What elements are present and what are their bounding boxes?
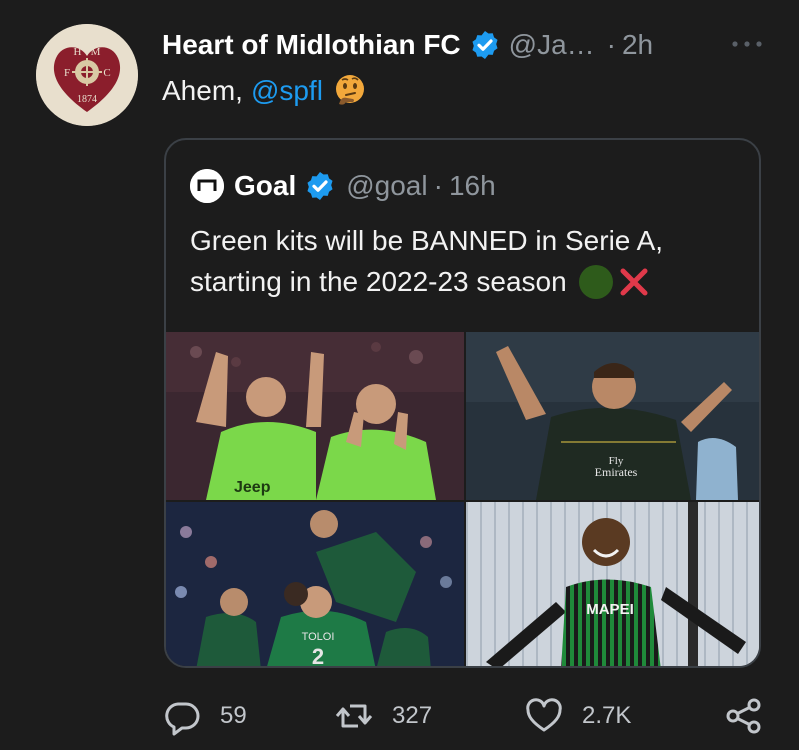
more-options-icon[interactable]: [727, 34, 767, 54]
quoted-tweet[interactable]: Goal @goal · 16h Green kits will be BANN…: [164, 138, 761, 668]
media-photo-4[interactable]: MAPEI: [466, 502, 759, 666]
share-icon: [726, 698, 761, 734]
svg-text:2: 2: [312, 644, 324, 668]
player-arms-spread-image: MAPEI: [466, 502, 759, 666]
quoted-tweet-text: Green kits will be BANNED in Serie A, st…: [190, 220, 750, 302]
media-grid: Jeep Fly Emirates TOLOI 2 MAPEI: [166, 332, 759, 668]
tweet[interactable]: H · M F C 1874 Heart of Midlothian FC @J…: [0, 0, 799, 750]
quoted-tweet-header: Goal @goal · 16h: [190, 166, 496, 206]
quoted-text-line-2-text: starting in the 2022-23 season: [190, 266, 567, 297]
svg-text:TOLOI: TOLOI: [302, 631, 335, 643]
heart-icon: [526, 698, 562, 732]
media-photo-2[interactable]: Fly Emirates: [466, 332, 759, 500]
author-name[interactable]: Heart of Midlothian FC: [162, 29, 461, 61]
thinking-face-emoji-icon: [335, 75, 364, 105]
reply-count: 59: [220, 702, 247, 729]
author-handle[interactable]: @Ja…: [509, 29, 595, 61]
svg-text:Jeep: Jeep: [234, 479, 271, 496]
reply-icon: [165, 702, 200, 736]
tweet-text-prefix: Ahem,: [162, 75, 243, 106]
goal-avatar[interactable]: [190, 169, 224, 203]
svg-text:H · M: H · M: [74, 46, 101, 58]
separator-dot: ·: [606, 29, 616, 60]
tweet-time[interactable]: 2h: [622, 29, 653, 61]
media-photo-1[interactable]: Jeep: [166, 332, 464, 500]
author-avatar[interactable]: H · M F C 1874: [36, 24, 138, 126]
retweet-button[interactable]: 327: [334, 696, 432, 736]
reply-button[interactable]: 59: [162, 696, 247, 736]
team-celebration-image: TOLOI 2: [166, 502, 464, 668]
green-circle-emoji-icon: [578, 264, 613, 299]
tweet-actions: 59 327 2.7K: [0, 688, 799, 744]
retweet-count: 327: [392, 702, 433, 729]
mention-link[interactable]: @spfl: [251, 75, 323, 107]
svg-text:F: F: [64, 67, 70, 79]
share-button[interactable]: [724, 696, 764, 736]
player-celebrating-image: Fly Emirates: [466, 332, 759, 500]
cross-mark-emoji-icon: [620, 268, 648, 295]
retweet-icon: [335, 704, 373, 728]
quoted-tweet-time[interactable]: 16h: [449, 170, 496, 202]
like-count: 2.7K: [582, 702, 632, 729]
tweet-header: Heart of Midlothian FC @Ja… · 2h: [162, 26, 653, 64]
svg-text:MAPEI: MAPEI: [586, 601, 634, 618]
svg-text:Emirates: Emirates: [595, 465, 638, 479]
svg-text:1874: 1874: [77, 94, 97, 105]
separator-dot: ·: [433, 170, 443, 201]
verified-badge-icon: [307, 172, 333, 200]
quoted-author-handle[interactable]: @goal: [346, 170, 427, 202]
players-green-kit-image: Jeep: [166, 332, 464, 500]
goal-logo-icon: [190, 169, 224, 203]
quoted-text-line-2: starting in the 2022-23 season: [190, 261, 750, 302]
quoted-author-name[interactable]: Goal: [234, 170, 296, 202]
svg-text:C: C: [103, 67, 110, 79]
quoted-text-line-1: Green kits will be BANNED in Serie A,: [190, 225, 664, 256]
verified-badge-icon: [472, 31, 498, 59]
tweet-text: Ahem, @spfl: [162, 74, 367, 108]
hearts-crest-icon: H · M F C 1874: [36, 24, 138, 126]
media-photo-3[interactable]: TOLOI 2: [166, 502, 464, 668]
like-button[interactable]: 2.7K: [524, 696, 631, 736]
